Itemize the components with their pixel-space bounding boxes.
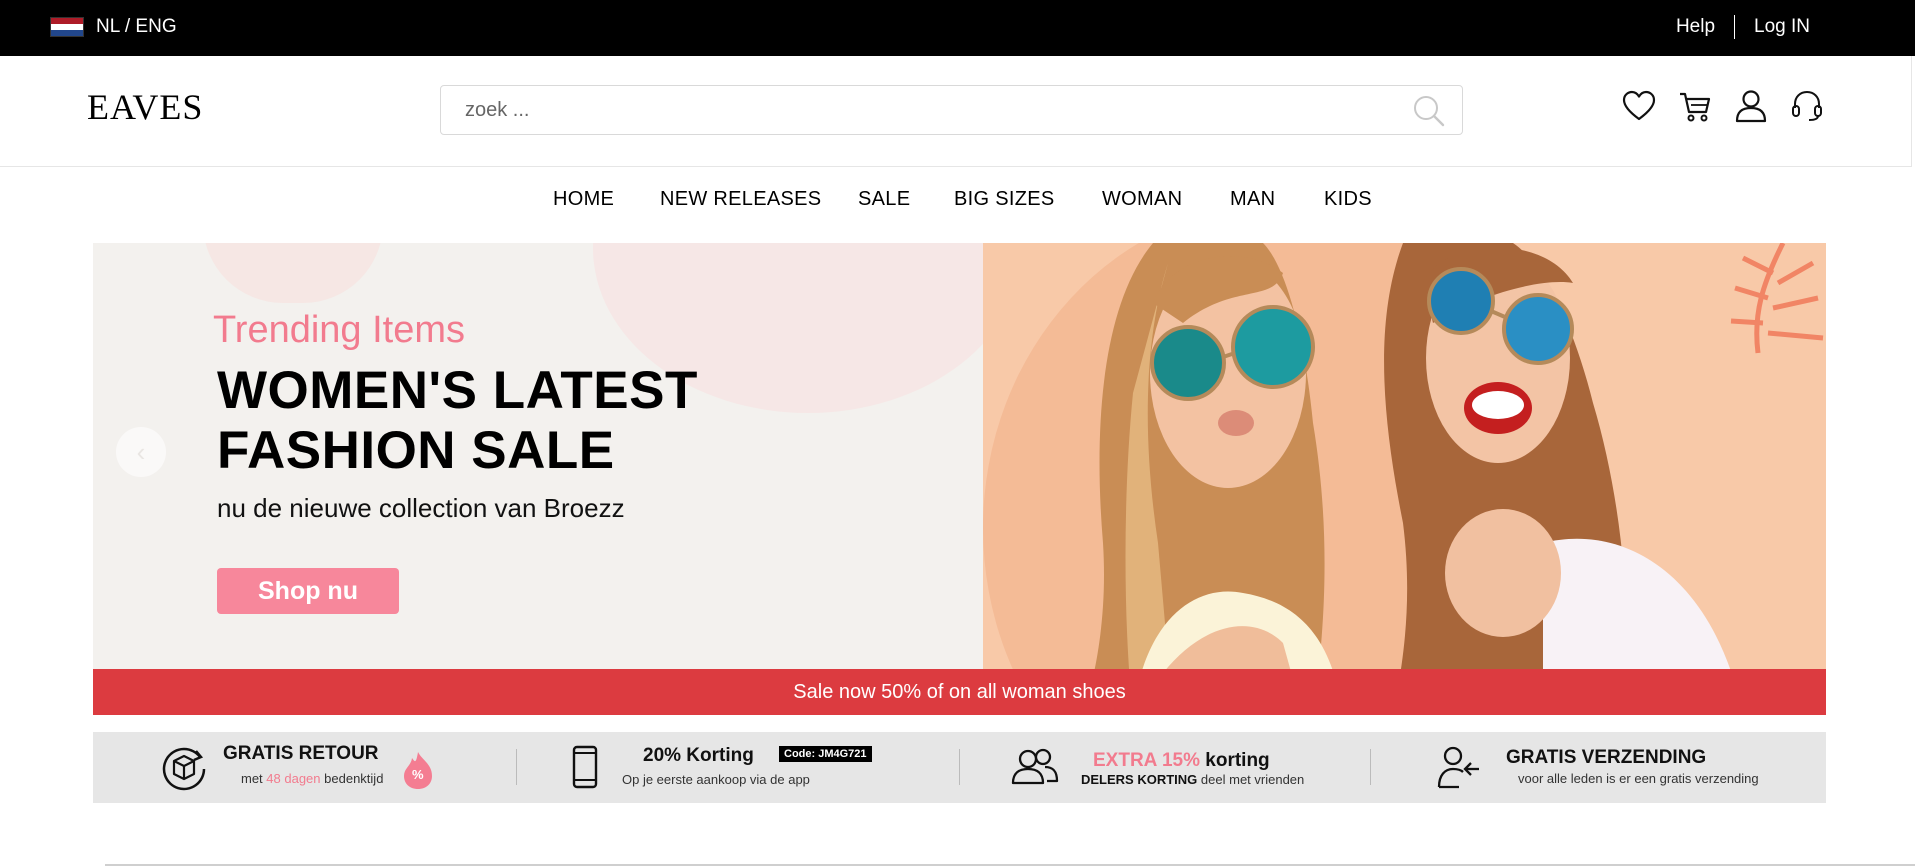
- headset-icon[interactable]: [1790, 88, 1824, 124]
- login-link[interactable]: Log IN: [1754, 16, 1810, 38]
- usp-subtitle: met 48 dagen bedenktijd: [241, 771, 384, 786]
- page-divider: [105, 864, 1915, 866]
- usp-divider: [1370, 749, 1371, 785]
- usp-title: GRATIS RETOUR: [223, 743, 379, 764]
- usp-app-discount: 20% Korting Code: JM4G721 Op je eerste a…: [517, 732, 957, 803]
- usp-free-returns: GRATIS RETOUR met 48 dagen bedenktijd %: [93, 732, 513, 803]
- flag-nl-icon: [50, 17, 84, 37]
- hero-title-line1: WOMEN'S LATEST: [217, 361, 698, 420]
- main-nav: HOME NEW RELEASES SALE BIG SIZES WOMAN M…: [0, 188, 1915, 222]
- return-box-icon: [162, 747, 206, 791]
- usp-share-discount: EXTRA 15% korting DELERS KORTING deel me…: [961, 732, 1371, 803]
- usp-divider: [959, 749, 960, 785]
- search-box: [440, 85, 1463, 135]
- flame-badge-label: %: [412, 767, 424, 782]
- usp-free-shipping: GRATIS VERZENDING voor alle leden is er …: [1372, 732, 1826, 803]
- user-icon[interactable]: [1734, 88, 1768, 124]
- usp-title: GRATIS VERZENDING: [1506, 747, 1707, 768]
- nav-item-sale[interactable]: SALE: [858, 188, 910, 211]
- nav-item-new-releases[interactable]: NEW RELEASES: [660, 188, 821, 211]
- phone-icon: [572, 745, 598, 789]
- carousel-prev-button[interactable]: ‹: [116, 427, 166, 477]
- nav-item-home[interactable]: HOME: [553, 188, 614, 211]
- language-switcher[interactable]: NL / ENG: [50, 16, 177, 38]
- nav-item-woman[interactable]: WOMAN: [1102, 188, 1182, 211]
- user-arrow-icon: [1437, 746, 1479, 789]
- header: EAVES: [0, 56, 1912, 167]
- promo-code-badge: Code: JM4G721: [779, 746, 872, 762]
- sale-banner[interactable]: Sale now 50% of on all woman shoes: [93, 669, 1826, 715]
- usp-title: 20% Korting: [643, 745, 754, 766]
- nav-item-kids[interactable]: KIDS: [1324, 188, 1372, 211]
- chevron-left-icon: ‹: [136, 436, 146, 467]
- sale-banner-text: Sale now 50% of on all woman shoes: [793, 680, 1126, 703]
- top-links-divider: [1734, 15, 1736, 39]
- usp-title: EXTRA 15% korting: [1093, 750, 1270, 771]
- logo[interactable]: EAVES: [87, 86, 203, 128]
- nav-item-man[interactable]: MAN: [1230, 188, 1275, 211]
- hero-banner: ‹ Trending Items WOMEN'S LATEST FASHION …: [93, 243, 1826, 715]
- usp-subtitle: Op je eerste aankoop via de app: [622, 772, 810, 787]
- language-label: NL / ENG: [96, 16, 177, 37]
- flame-percent-icon: %: [402, 750, 434, 790]
- usp-subtitle: DELERS KORTING deel met vrienden: [1081, 772, 1305, 787]
- hero-title: WOMEN'S LATEST FASHION SALE: [217, 361, 737, 481]
- hero-image: [983, 243, 1826, 715]
- usp-bar: GRATIS RETOUR met 48 dagen bedenktijd % …: [93, 732, 1826, 803]
- cart-icon[interactable]: [1678, 88, 1712, 124]
- search-icon[interactable]: [1412, 94, 1446, 128]
- hero-kicker: Trending Items: [213, 309, 466, 351]
- top-links: Help Log IN: [1676, 15, 1810, 39]
- header-icons: [1622, 88, 1824, 124]
- friends-icon: [1011, 748, 1059, 785]
- help-link[interactable]: Help: [1676, 16, 1715, 38]
- hero-title-line2: FASHION SALE: [217, 421, 615, 480]
- hero-illustration: [1083, 243, 1824, 715]
- search-input[interactable]: [465, 86, 1365, 134]
- hero-decoration: [203, 243, 383, 303]
- hero-subtitle: nu de nieuwe collection van Broezz: [217, 493, 625, 523]
- shop-now-button[interactable]: Shop nu: [217, 568, 399, 614]
- top-bar: NL / ENG Help Log IN: [0, 0, 1915, 56]
- nav-item-big-sizes[interactable]: BIG SIZES: [954, 188, 1055, 211]
- heart-icon[interactable]: [1622, 88, 1656, 124]
- usp-subtitle: voor alle leden is er een gratis verzend…: [1518, 771, 1759, 786]
